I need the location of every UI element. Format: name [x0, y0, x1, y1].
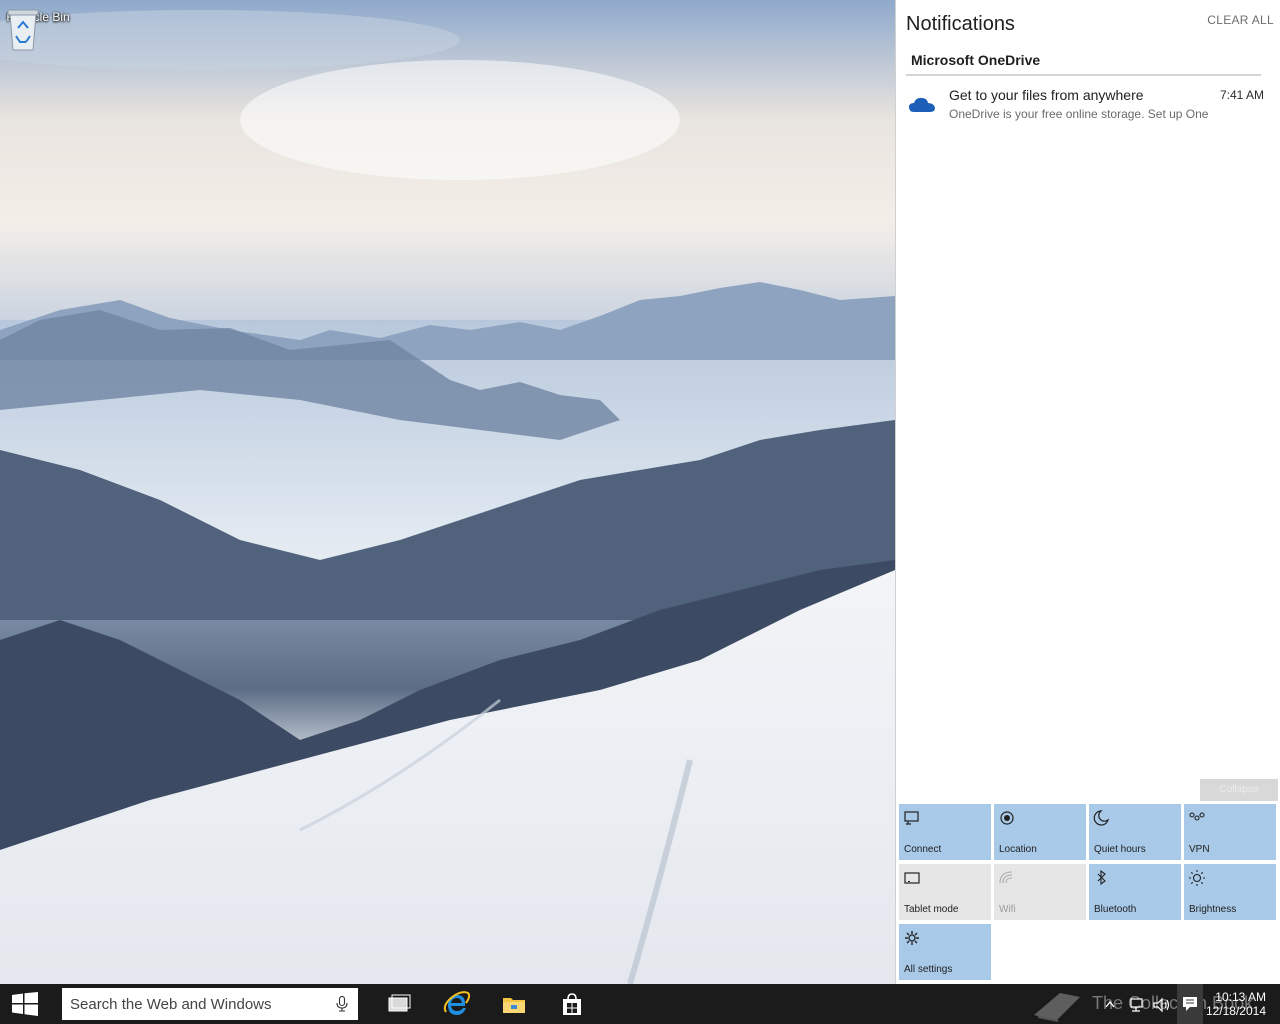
gear-icon: [905, 931, 919, 945]
brightness-icon: [1189, 870, 1205, 886]
quick-action-label: Wifi: [999, 904, 1016, 915]
notification-group-header[interactable]: Microsoft OneDrive: [906, 52, 1261, 76]
action-center-panel: Notifications CLEAR ALL Microsoft OneDri…: [895, 0, 1280, 984]
quick-action-label: Location: [999, 844, 1037, 855]
quick-action-all-settings[interactable]: All settings: [899, 924, 991, 980]
quick-action-wifi[interactable]: Wifi: [994, 864, 1086, 920]
quick-action-label: VPN: [1189, 844, 1210, 855]
clock-time: 10:13 AM: [1215, 990, 1266, 1004]
notification-time: 7:41 AM: [1219, 88, 1264, 102]
tablet-icon: [904, 872, 920, 884]
action-center-button[interactable]: [1177, 984, 1203, 1024]
connect-icon: [904, 811, 919, 825]
quick-action-brightness[interactable]: Brightness: [1184, 864, 1276, 920]
microphone-icon[interactable]: [336, 996, 348, 1012]
notification-body: OneDrive is your free online storage. Se…: [949, 107, 1209, 121]
quick-action-tablet-mode[interactable]: Tablet mode: [899, 864, 991, 920]
store-icon[interactable]: [558, 990, 586, 1018]
recycle-bin-icon: [7, 9, 39, 51]
recycle-bin[interactable]: Recycle Bin: [6, 6, 70, 51]
quick-action-label: Bluetooth: [1094, 904, 1137, 915]
collapse-button[interactable]: Collapse: [1200, 779, 1278, 801]
quick-action-label: All settings: [904, 964, 953, 975]
clock-date: 12/18/2014: [1205, 1004, 1266, 1018]
start-button[interactable]: [0, 984, 50, 1024]
desktop-wallpaper: Recycle Bin: [0, 0, 895, 984]
quick-action-label: Quiet hours: [1094, 844, 1146, 855]
vpn-icon: [1189, 812, 1205, 821]
bluetooth-icon: [1097, 869, 1106, 886]
mountain-landscape: [0, 0, 895, 984]
notification-item[interactable]: Get to your files from anywhere OneDrive…: [906, 86, 1274, 126]
quick-action-connect[interactable]: Connect: [899, 804, 991, 860]
search-placeholder: Search the Web and Windows: [70, 996, 272, 1013]
quick-action-quiet-hours[interactable]: Quiet hours: [1089, 804, 1181, 860]
windows-logo-icon: [12, 992, 38, 1016]
quick-action-location[interactable]: Location: [994, 804, 1086, 860]
action-center-icon: [1183, 997, 1197, 1011]
file-explorer-icon[interactable]: [500, 990, 528, 1018]
system-clock[interactable]: 10:13 AM 12/18/2014: [1206, 990, 1266, 1018]
quick-action-label: Tablet mode: [904, 904, 959, 915]
quick-action-label: Brightness: [1189, 904, 1237, 915]
clear-all-button[interactable]: CLEAR ALL: [1207, 13, 1274, 27]
onedrive-cloud-icon: [909, 97, 935, 112]
location-icon: [1000, 811, 1014, 825]
task-view-icon[interactable]: [385, 990, 413, 1018]
quick-action-vpn[interactable]: VPN: [1184, 804, 1276, 860]
taskbar: Search the Web and Windows The Collectio…: [0, 984, 1280, 1024]
search-box[interactable]: Search the Web and Windows: [62, 988, 358, 1020]
book-watermark-icon: [1034, 993, 1080, 1022]
quick-action-bluetooth[interactable]: Bluetooth: [1089, 864, 1181, 920]
network-icon[interactable]: [1128, 996, 1148, 1014]
chevron-up-icon[interactable]: [1104, 996, 1116, 1014]
internet-explorer-icon[interactable]: [443, 990, 471, 1018]
notification-heading: Get to your files from anywhere: [949, 87, 1144, 103]
quick-action-label: Connect: [904, 844, 942, 855]
wifi-icon: [999, 871, 1013, 884]
moon-icon: [1093, 810, 1110, 826]
notifications-title: Notifications: [906, 13, 1015, 35]
volume-icon[interactable]: [1152, 996, 1172, 1014]
